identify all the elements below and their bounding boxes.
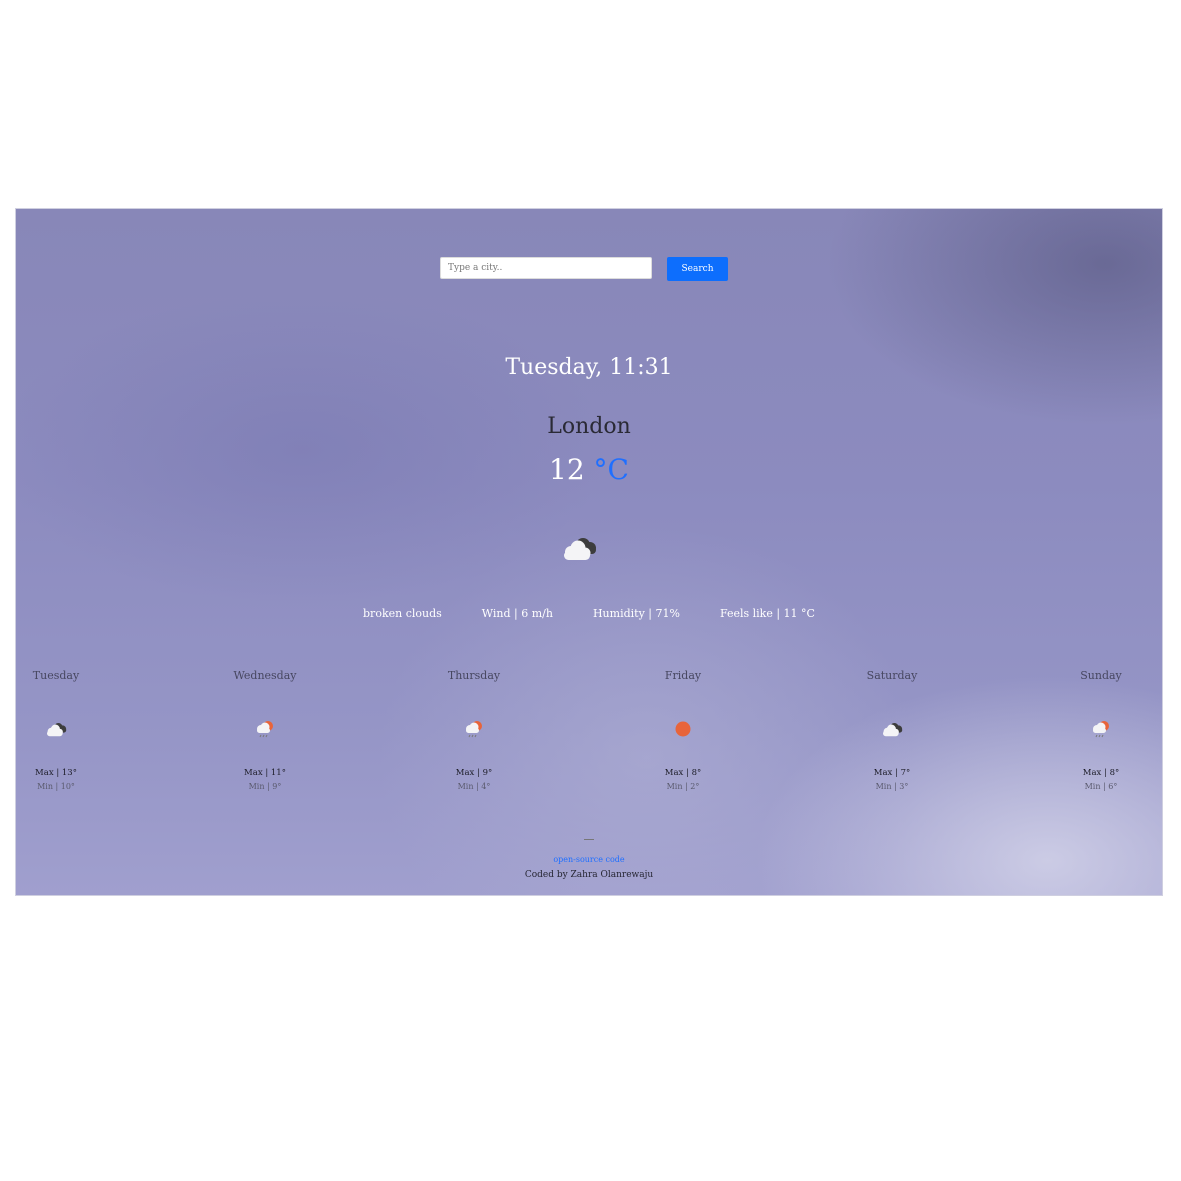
clear-sun-icon	[671, 718, 695, 740]
search-button[interactable]: Search	[667, 257, 728, 281]
forecast-day: Friday Max | 8° Min | 2°	[633, 669, 733, 791]
forecast-day: Wednesday Max | 11° Min | 9°	[215, 669, 315, 791]
forecast-max-temp: Max | 9°	[455, 768, 493, 778]
current-temperature: 12 °C	[16, 453, 1162, 486]
weather-app: Search Tuesday, 11:31 London 12 °C broke…	[15, 208, 1163, 896]
forecast-max-temp: Max | 8°	[1082, 768, 1120, 778]
forecast-min-temp: Min | 4°	[457, 782, 491, 791]
city-name: London	[547, 414, 631, 439]
broken-clouds-icon	[559, 531, 599, 565]
humidity: Humidity | 71%	[592, 607, 680, 620]
forecast-day-name: Friday	[664, 669, 702, 682]
forecast-day-name: Thursday	[447, 669, 501, 682]
weather-description: broken clouds	[363, 607, 442, 620]
broken-clouds-icon	[880, 718, 904, 740]
broken-clouds-icon	[44, 718, 68, 740]
forecast-max-temp: Max | 7°	[873, 768, 911, 778]
forecast-day-name: Saturday	[866, 669, 918, 682]
footer-credit: Coded by Zahra Olanrewaju	[524, 870, 654, 880]
temperature-value: 12	[549, 453, 585, 486]
forecast-min-temp: Min | 2°	[666, 782, 700, 791]
forecast-day-name: Sunday	[1080, 669, 1122, 682]
feels-like: Feels like | 11 °C	[719, 607, 815, 620]
rain-sun-icon	[253, 718, 277, 740]
open-source-link[interactable]: open-source code	[553, 855, 624, 864]
forecast-min-temp: Min | 9°	[248, 782, 282, 791]
forecast-day: Saturday Max | 7° Min | 3°	[842, 669, 942, 791]
forecast-max-temp: Max | 13°	[35, 768, 77, 778]
temperature-unit-link[interactable]: °C	[594, 453, 629, 486]
forecast-max-temp: Max | 11°	[244, 768, 286, 778]
forecast-min-temp: Min | 3°	[875, 782, 909, 791]
footer-divider	[584, 839, 594, 840]
weather-details: broken clouds Wind | 6 m/h Humidity | 71…	[16, 607, 1162, 620]
forecast-max-temp: Max | 8°	[664, 768, 702, 778]
city-search-input[interactable]	[440, 257, 652, 279]
current-datetime: Tuesday, 11:31	[505, 355, 673, 380]
forecast-min-temp: Min | 6°	[1084, 782, 1118, 791]
forecast-min-temp: Min | 10°	[37, 782, 75, 791]
footer: open-source code Coded by Zahra Olanrewa…	[16, 839, 1162, 880]
rain-sun-icon	[462, 718, 486, 740]
wind-speed: Wind | 6 m/h	[481, 607, 553, 620]
forecast-day: Thursday Max | 9° Min | 4°	[424, 669, 524, 791]
search-form: Search	[16, 257, 1162, 281]
forecast-day-name: Tuesday	[32, 669, 80, 682]
forecast-day-name: Wednesday	[233, 669, 297, 682]
rain-sun-icon	[1089, 718, 1113, 740]
forecast-day: Tuesday Max | 13° Min | 10°	[16, 669, 106, 791]
forecast-day: Sunday Max | 8° Min | 6°	[1051, 669, 1151, 791]
